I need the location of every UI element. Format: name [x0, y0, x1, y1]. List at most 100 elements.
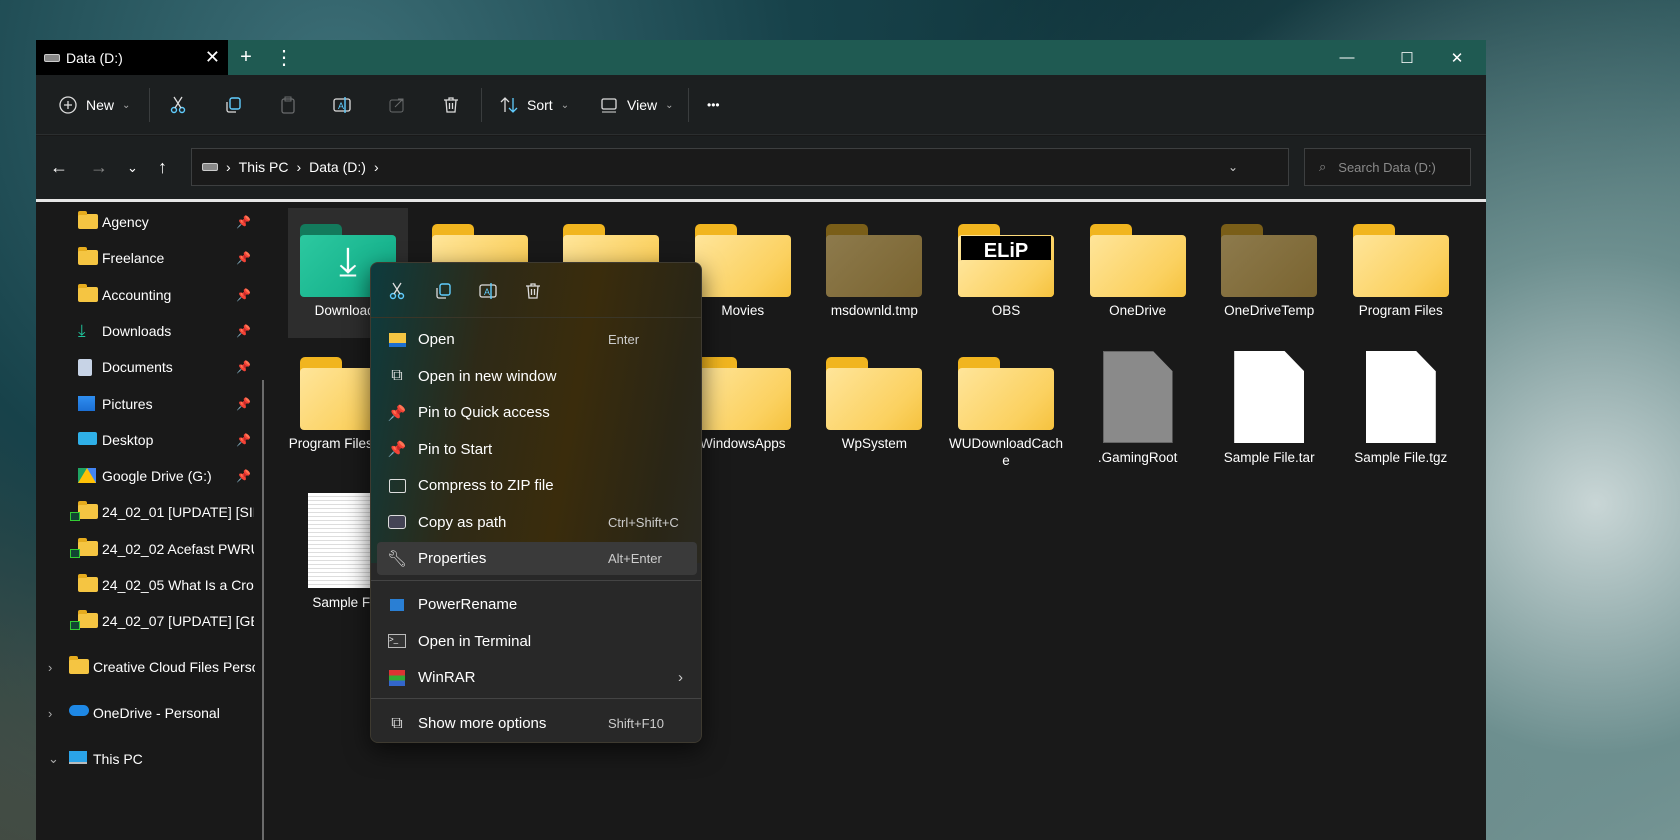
breadcrumb-this-pc[interactable]: This PC — [239, 159, 289, 175]
share-button[interactable] — [387, 75, 407, 135]
sidebar-item-downloads[interactable]: ⤓Downloads📌 — [36, 314, 265, 348]
sidebar-item-freelance[interactable]: Freelance📌 — [36, 241, 265, 275]
delete-button[interactable] — [441, 75, 461, 135]
file-item[interactable]: WUDownloadCache — [946, 341, 1066, 469]
forward-button[interactable]: → — [90, 136, 108, 199]
close-window-button[interactable]: ✕ — [1434, 40, 1480, 75]
menu-item-powerrename[interactable]: PowerRename — [377, 588, 697, 621]
tab-menu-button[interactable]: ⋮ — [274, 40, 294, 75]
divider — [371, 698, 701, 699]
close-tab-icon[interactable]: ✕ — [205, 47, 220, 68]
copy-button[interactable] — [223, 75, 243, 135]
chevron-down-icon: ⌄ — [561, 100, 569, 111]
minimize-button[interactable]: — — [1324, 40, 1370, 75]
menu-item-compress-to-zip-file[interactable]: Compress to ZIP file — [377, 469, 697, 502]
paste-button[interactable] — [278, 75, 298, 135]
divider — [688, 88, 689, 122]
sort-button[interactable]: Sort⌄ — [499, 75, 569, 135]
view-label: View — [627, 97, 657, 113]
file-item[interactable]: WpSystem — [814, 341, 934, 452]
back-button[interactable]: ← — [50, 136, 68, 199]
rename-button[interactable]: A — [474, 277, 502, 305]
file-item[interactable]: OneDrive — [1078, 208, 1198, 319]
open-icon — [387, 330, 407, 350]
maximize-button[interactable]: ☐ — [1384, 40, 1430, 75]
file-name: WpSystem — [814, 435, 934, 452]
cut-button[interactable] — [168, 75, 188, 135]
pin-icon[interactable]: 📌 — [236, 324, 251, 338]
sidebar-item-documents[interactable]: Documents📌 — [36, 350, 265, 384]
drive-icon — [44, 54, 60, 62]
menu-item-label: Pin to Quick access — [418, 404, 550, 421]
file-name: OneDrive — [1078, 302, 1198, 319]
file-item[interactable]: OneDriveTemp — [1209, 208, 1329, 319]
delete-button[interactable] — [519, 277, 547, 305]
file-item[interactable]: .GamingRoot — [1078, 341, 1198, 466]
sidebar-item-label: Pictures — [102, 396, 254, 412]
pin-icon[interactable]: 📌 — [236, 397, 251, 411]
sidebar-item-pictures[interactable]: Pictures📌 — [36, 387, 265, 421]
rename-button[interactable]: A — [332, 75, 352, 135]
search-input[interactable]: ⌕ Search Data (D:) — [1304, 148, 1471, 186]
cut-button[interactable] — [383, 277, 411, 305]
sidebar-item-24-02-02-acefast-pwrup[interactable]: 24_02_02 Acefast PWRUP — [36, 532, 265, 566]
file-icon — [1234, 351, 1304, 443]
address-history-chevron-icon[interactable]: ⌄ — [1228, 160, 1238, 174]
wrench-icon: 🔧︎ — [387, 549, 407, 569]
sidebar-item-google-drive-g-[interactable]: Google Drive (G:)📌 — [36, 459, 265, 493]
sidebar-item-24-02-01-update-sir-how[interactable]: 24_02_01 [UPDATE] [SIR] How — [36, 495, 265, 529]
sidebar-section-this-pc[interactable]: ⌄This PC — [36, 742, 265, 776]
pin-icon[interactable]: 📌 — [236, 215, 251, 229]
menu-item-copy-as-path[interactable]: Copy as pathCtrl+Shift+C — [377, 506, 697, 539]
menu-item-properties[interactable]: 🔧︎PropertiesAlt+Enter — [377, 542, 697, 575]
folder-icon — [958, 357, 1054, 429]
menu-item-label: PowerRename — [418, 596, 517, 613]
pin-icon[interactable]: 📌 — [236, 469, 251, 483]
menu-item-shortcut: Enter — [608, 332, 639, 347]
breadcrumb-separator[interactable]: › — [374, 159, 379, 175]
sidebar-item-accounting[interactable]: Accounting📌 — [36, 278, 265, 312]
new-button[interactable]: New⌄ — [58, 75, 130, 135]
tab-data-d[interactable]: Data (D:) ✕ — [36, 40, 228, 75]
sidebar-section-creative-cloud-files-personal[interactable]: ›Creative Cloud Files Personal — [36, 650, 265, 684]
menu-item-pin-to-quick-access[interactable]: 📌Pin to Quick access — [377, 396, 697, 429]
menu-item-open[interactable]: OpenEnter — [377, 323, 697, 356]
svg-text:A: A — [484, 287, 490, 297]
sidebar-item-24-02-07-update-ge-how[interactable]: 24_02_07 [UPDATE] [GE] How — [36, 604, 265, 638]
file-item[interactable]: Sample File.tgz — [1341, 341, 1461, 466]
folder-shortcut-icon — [78, 541, 98, 557]
sidebar-item-label: Google Drive (G:) — [102, 468, 254, 484]
more-options-icon: ⧉ — [387, 714, 407, 734]
pin-icon[interactable]: 📌 — [236, 360, 251, 374]
sidebar-item-desktop[interactable]: Desktop📌 — [36, 423, 265, 457]
folder-shortcut-icon — [78, 613, 98, 629]
sidebar-item-24-02-05-what-is-a-cropped[interactable]: 24_02_05 What Is a Cropped — [36, 568, 265, 602]
chevron-right-icon[interactable]: › — [48, 660, 52, 675]
file-item[interactable]: ELiPOBS — [946, 208, 1066, 319]
new-tab-button[interactable]: + — [234, 40, 258, 75]
pin-icon[interactable]: 📌 — [236, 288, 251, 302]
chevron-down-icon[interactable]: ⌄ — [48, 751, 59, 767]
pin-icon[interactable]: 📌 — [236, 251, 251, 265]
menu-item-open-in-new-window[interactable]: ⧉Open in new window — [377, 360, 697, 393]
pin-icon[interactable]: 📌 — [236, 433, 251, 447]
menu-item-winrar[interactable]: WinRAR› — [377, 661, 697, 694]
menu-item-pin-to-start[interactable]: 📌Pin to Start — [377, 433, 697, 466]
file-item[interactable]: Program Files — [1341, 208, 1461, 319]
file-item[interactable]: msdownld.tmp — [814, 208, 934, 319]
recent-locations-button[interactable]: ⌄ — [127, 136, 138, 199]
section-icon — [69, 659, 89, 675]
menu-item-show-more-options[interactable]: ⧉Show more optionsShift+F10 — [377, 707, 697, 740]
address-bar[interactable]: › This PC › Data (D:) › ⌄ ↻ — [191, 148, 1289, 186]
sidebar-section-onedrive-personal[interactable]: ›OneDrive - Personal — [36, 696, 265, 730]
copy-button[interactable] — [429, 277, 457, 305]
breadcrumb-data-d[interactable]: Data (D:) — [309, 159, 366, 175]
chevron-right-icon[interactable]: › — [48, 706, 52, 721]
up-button[interactable]: ↑ — [158, 136, 167, 199]
file-item[interactable]: Sample File.tar — [1209, 341, 1329, 466]
see-more-button[interactable]: ••• — [707, 75, 720, 135]
sidebar-item-agency[interactable]: Agency📌 — [36, 205, 265, 239]
view-button[interactable]: View⌄ — [599, 75, 673, 135]
menu-item-open-in-terminal[interactable]: >_Open in Terminal — [377, 625, 697, 658]
drive-icon — [202, 163, 218, 171]
